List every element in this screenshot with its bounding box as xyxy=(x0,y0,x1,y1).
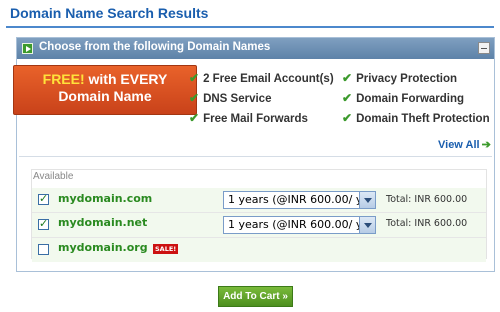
view-all-label: View All xyxy=(438,139,480,151)
check-icon: ✔ xyxy=(342,111,353,125)
feature-item: ✔ Free Mail Forwards xyxy=(189,111,308,125)
panel-header: Choose from the following Domain Names xyxy=(17,38,494,59)
feature-item: ✔ Privacy Protection xyxy=(342,71,457,85)
promo-line1: FREE! with EVERY xyxy=(14,71,196,87)
row-total: Total: INR 600.00 xyxy=(386,218,468,229)
promo-free-text: FREE! xyxy=(42,71,85,87)
domain-name: mydomain.org xyxy=(58,241,148,254)
available-label: Available xyxy=(32,171,75,182)
check-icon: ✔ xyxy=(189,71,200,85)
domain-options-panel: Choose from the following Domain Names F… xyxy=(13,37,495,272)
feature-label: Domain Forwarding xyxy=(356,93,465,105)
view-all-link[interactable]: View All ➔ xyxy=(438,138,491,151)
feature-item: ✔ Domain Forwarding xyxy=(342,91,464,105)
panel-header-title: Choose from the following Domain Names xyxy=(39,41,271,53)
check-icon: ✔ xyxy=(189,111,200,125)
domain-name: mydomain.net xyxy=(58,216,148,229)
expand-arrow-icon[interactable] xyxy=(22,43,33,54)
page-title: Domain Name Search Results xyxy=(10,5,209,21)
row-total: Total: INR 600.00 xyxy=(386,194,468,205)
chevron-down-icon[interactable] xyxy=(359,217,375,233)
feature-item: ✔ 2 Free Email Account(s) xyxy=(189,71,334,85)
feature-item: ✔ DNS Service xyxy=(189,91,271,105)
term-select[interactable]: 1 years (@INR 600.00/ yr) xyxy=(223,216,376,234)
feature-label: Privacy Protection xyxy=(356,73,458,85)
chevron-down-icon[interactable] xyxy=(359,192,375,208)
feature-label: Domain Theft Protection xyxy=(356,113,490,125)
check-icon: ✔ xyxy=(342,71,353,85)
check-icon: ✔ xyxy=(342,91,353,105)
domain-checkbox[interactable] xyxy=(38,244,49,255)
collapse-minus-icon[interactable] xyxy=(478,42,490,54)
check-icon: ✔ xyxy=(189,91,200,105)
promo-line2: Domain Name xyxy=(58,88,152,104)
arrow-right-icon: ➔ xyxy=(481,139,491,151)
sale-badge: SALE! xyxy=(153,244,179,254)
feature-label: 2 Free Email Account(s) xyxy=(203,73,334,85)
term-select-value: 1 years (@INR 600.00/ yr) xyxy=(228,193,372,206)
feature-label: DNS Service xyxy=(203,93,272,105)
term-select-value: 1 years (@INR 600.00/ yr) xyxy=(228,218,372,231)
promo-line1-rest: with EVERY xyxy=(84,71,168,87)
add-to-cart-button[interactable]: Add To Cart » xyxy=(218,286,293,307)
domain-checkbox[interactable] xyxy=(38,192,49,205)
domain-checkbox[interactable] xyxy=(38,217,49,230)
domain-name: mydomain.com xyxy=(58,192,153,205)
section-divider xyxy=(19,156,492,157)
title-rule xyxy=(6,26,494,28)
feature-label: Free Mail Forwards xyxy=(203,113,308,125)
feature-item: ✔ Domain Theft Protection xyxy=(342,111,490,125)
term-select[interactable]: 1 years (@INR 600.00/ yr) xyxy=(223,191,376,209)
promo-banner: FREE! with EVERY Domain Name xyxy=(13,65,197,115)
